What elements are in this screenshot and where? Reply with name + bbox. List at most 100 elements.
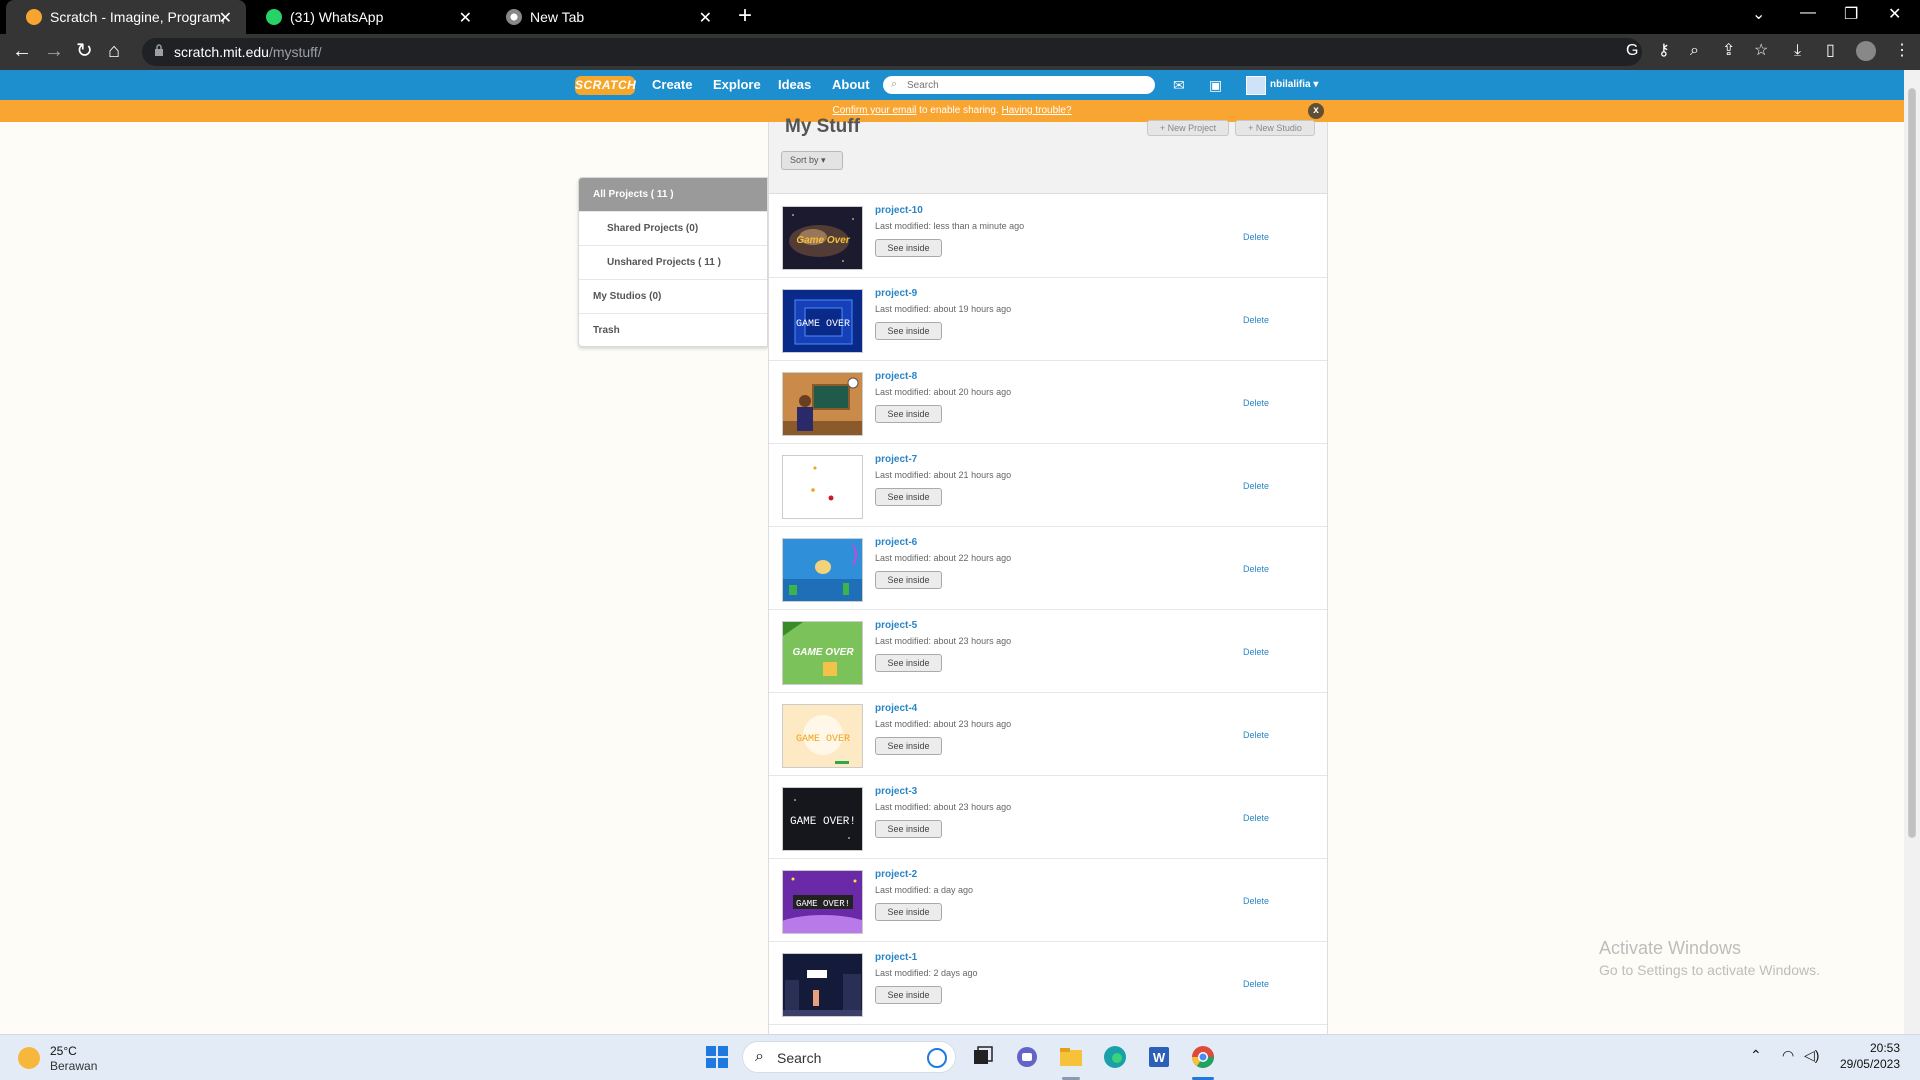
edge-icon[interactable] [1102,1044,1128,1070]
bookmark-star-icon[interactable]: ☆ [1754,42,1768,60]
see-inside-button[interactable]: See inside [875,322,942,340]
project-thumbnail[interactable]: GAME OVER [782,704,863,768]
delete-link[interactable]: Delete [1243,481,1269,491]
project-title[interactable]: project-3 [875,786,917,797]
file-explorer-icon[interactable] [1058,1044,1084,1070]
close-tab-icon[interactable]: ✕ [219,8,232,28]
scratch-search-box[interactable]: ⌕ [883,76,1155,94]
project-thumbnail[interactable]: GAME OVER! [782,787,863,851]
tab-search-chevron-icon[interactable]: ⌄ [1752,4,1765,24]
see-inside-button[interactable]: See inside [875,488,942,506]
project-thumbnail[interactable] [782,538,863,602]
sort-by-dropdown[interactable]: Sort by ▾ [781,151,843,170]
project-thumbnail[interactable]: GAME OVER [782,621,863,685]
new-tab-icon[interactable]: + [738,4,752,28]
see-inside-button[interactable]: See inside [875,571,942,589]
confirm-email-link[interactable]: Confirm your email [832,105,916,116]
project-thumbnail[interactable]: GAME OVER [782,289,863,353]
see-inside-button[interactable]: See inside [875,737,942,755]
tray-chevron-icon[interactable]: ⌃ [1750,1047,1762,1064]
sidebar-item-my-studios[interactable]: My Studios (0) [579,280,767,314]
project-thumbnail[interactable]: GAME OVER! [782,870,863,934]
banner-close-button[interactable]: x [1308,103,1324,119]
scratch-logo[interactable]: SCRATCH [575,76,636,95]
tab-whatsapp[interactable]: (31) WhatsApp ✕ [246,0,486,34]
google-icon[interactable]: G [1626,42,1638,60]
project-title[interactable]: project-5 [875,620,917,631]
taskbar-search-box[interactable]: ⌕ Search [742,1041,956,1073]
project-title[interactable]: project-2 [875,869,917,880]
share-icon[interactable]: ⇪ [1722,42,1735,60]
project-title[interactable]: project-1 [875,952,917,963]
nav-about[interactable]: About [832,77,870,92]
address-bar[interactable]: scratch.mit.edu/mystuff/ [142,38,1642,66]
new-project-button[interactable]: + New Project [1147,120,1229,136]
delete-link[interactable]: Delete [1243,564,1269,574]
my-stuff-folder-icon[interactable]: ▣ [1209,77,1222,94]
project-thumbnail[interactable] [782,953,863,1017]
see-inside-button[interactable]: See inside [875,239,942,257]
reload-icon[interactable]: ↻ [76,40,93,62]
nav-create[interactable]: Create [652,77,692,92]
scrollbar-thumb[interactable] [1908,88,1916,838]
delete-link[interactable]: Delete [1243,730,1269,740]
system-clock[interactable]: 20:53 29/05/2023 [1838,1041,1900,1071]
close-tab-icon[interactable]: ✕ [699,8,712,28]
sidebar-item-all-projects[interactable]: All Projects ( 11 ) [579,178,767,212]
sidebar-item-unshared-projects[interactable]: Unshared Projects ( 11 ) [579,246,767,280]
messages-icon[interactable]: ✉ [1173,77,1185,94]
see-inside-button[interactable]: See inside [875,903,942,921]
see-inside-button[interactable]: See inside [875,820,942,838]
minimize-icon[interactable]: — [1800,4,1816,22]
delete-link[interactable]: Delete [1243,813,1269,823]
forward-icon[interactable]: → [44,40,64,62]
home-icon[interactable]: ⌂ [108,40,120,62]
chrome-icon[interactable] [1190,1044,1216,1070]
project-title[interactable]: project-7 [875,454,917,465]
profile-avatar-icon[interactable] [1856,41,1876,61]
see-inside-button[interactable]: See inside [875,405,942,423]
project-title[interactable]: project-9 [875,288,917,299]
see-inside-button[interactable]: See inside [875,986,942,1004]
window-close-icon[interactable]: ✕ [1888,4,1901,24]
project-thumbnail[interactable]: Game Over [782,206,863,270]
tab-new-tab[interactable]: New Tab ✕ [486,0,726,34]
close-tab-icon[interactable]: ✕ [459,8,472,28]
project-thumbnail[interactable] [782,372,863,436]
delete-link[interactable]: Delete [1243,315,1269,325]
volume-icon[interactable]: ◁) [1804,1047,1819,1064]
delete-link[interactable]: Delete [1243,979,1269,989]
tab-scratch[interactable]: Scratch - Imagine, Program, Share ✕ [6,0,246,34]
back-icon[interactable]: ← [12,40,32,62]
teams-chat-icon[interactable] [1014,1044,1040,1070]
sidebar-item-shared-projects[interactable]: Shared Projects (0) [579,212,767,246]
delete-link[interactable]: Delete [1243,896,1269,906]
menu-kebab-icon[interactable]: ⋮ [1894,42,1910,60]
restore-icon[interactable]: ❐ [1844,4,1858,24]
sidebar-item-trash[interactable]: Trash [579,314,767,346]
delete-link[interactable]: Delete [1243,647,1269,657]
search-input[interactable] [907,78,1147,92]
wifi-icon[interactable]: ◠ [1782,1047,1794,1064]
word-icon[interactable]: W [1146,1044,1172,1070]
project-title[interactable]: project-6 [875,537,917,548]
see-inside-button[interactable]: See inside [875,654,942,672]
windows-start-icon[interactable] [704,1044,730,1070]
new-studio-button[interactable]: + New Studio [1235,120,1315,136]
zoom-icon[interactable]: ⌕ [1690,42,1699,60]
avatar[interactable] [1246,76,1266,95]
key-icon[interactable]: ⚷ [1658,42,1670,60]
side-panel-icon[interactable]: ▯ [1826,42,1835,60]
page-scrollbar[interactable] [1904,70,1920,1034]
bing-icon[interactable] [927,1048,947,1068]
delete-link[interactable]: Delete [1243,398,1269,408]
having-trouble-link[interactable]: Having trouble? [1001,105,1071,116]
delete-link[interactable]: Delete [1243,232,1269,242]
nav-ideas[interactable]: Ideas [778,77,811,92]
project-title[interactable]: project-10 [875,205,923,216]
project-title[interactable]: project-8 [875,371,917,382]
account-menu[interactable]: nbilalifia ▾ [1270,79,1318,90]
project-thumbnail[interactable] [782,455,863,519]
project-title[interactable]: project-4 [875,703,917,714]
download-icon[interactable]: ⤓ [1794,42,1801,60]
